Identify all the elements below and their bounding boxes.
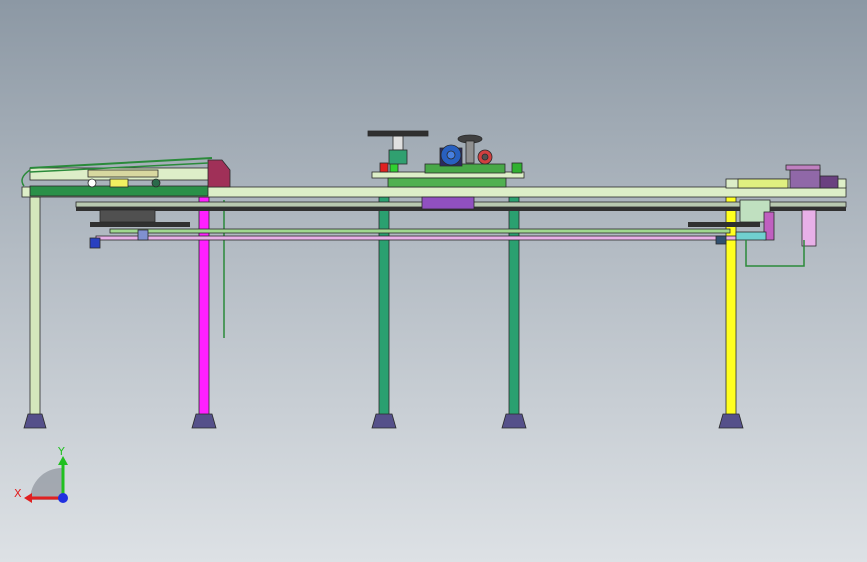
right-green-block (737, 178, 789, 189)
chain-lower (90, 222, 190, 227)
right-purple-housing (789, 167, 821, 189)
carriage-green-cap (511, 162, 523, 174)
spindle-shaft (392, 135, 404, 151)
maroon-end-plate (207, 159, 231, 188)
gauge-center (481, 153, 489, 161)
left-belt-loop (21, 169, 31, 187)
coordinate-triad[interactable]: X Y (14, 445, 68, 503)
handwheel-column (465, 140, 475, 164)
guide-rail-pink (95, 235, 737, 241)
triad-quarter-disc (30, 468, 62, 500)
left-frame-yellow-block (109, 178, 129, 188)
foot-3 (371, 413, 397, 429)
spindle-housing (388, 149, 408, 165)
carriage-green-block (387, 177, 507, 188)
carriage-red-marker (379, 162, 389, 173)
right-block-dark (819, 175, 839, 189)
leg-feet (23, 413, 744, 429)
triad-y-label: Y (57, 445, 65, 458)
guide-rail-green (109, 228, 731, 234)
leg-left (29, 196, 41, 423)
left-roller-2 (151, 178, 161, 188)
foot-2 (191, 413, 217, 429)
right-cap (785, 164, 821, 171)
handwheel-top-bar (367, 130, 429, 137)
foot-1 (23, 413, 47, 429)
left-frame-green-bar (29, 185, 209, 197)
rack-right (688, 222, 760, 227)
carriage-upper-block (424, 163, 506, 174)
motor (439, 144, 463, 167)
right-dark-block (715, 235, 727, 245)
handwheel (457, 134, 493, 165)
spindle-assembly (367, 130, 429, 165)
left-roller-1 (87, 178, 97, 188)
carriage-purple-block (421, 196, 475, 210)
left-frame-slide (87, 169, 159, 178)
cad-model-view: X Y (14, 130, 847, 503)
foot-4 (501, 413, 527, 429)
left-end-block (89, 237, 101, 249)
guide-rail (95, 228, 737, 241)
left-gear-assembly (99, 209, 156, 223)
triad-z-axis-icon (58, 493, 68, 503)
triad-x-label: X (14, 487, 22, 500)
motor-hub (446, 150, 456, 160)
left-small-block (137, 229, 149, 241)
foot-5 (718, 413, 744, 429)
left-belt-upper (29, 157, 213, 169)
triad-x-arrow-icon (24, 493, 32, 503)
right-u-bracket (745, 240, 805, 267)
right-cyan-block (735, 231, 767, 241)
cad-viewport[interactable]: X Y (0, 0, 867, 562)
